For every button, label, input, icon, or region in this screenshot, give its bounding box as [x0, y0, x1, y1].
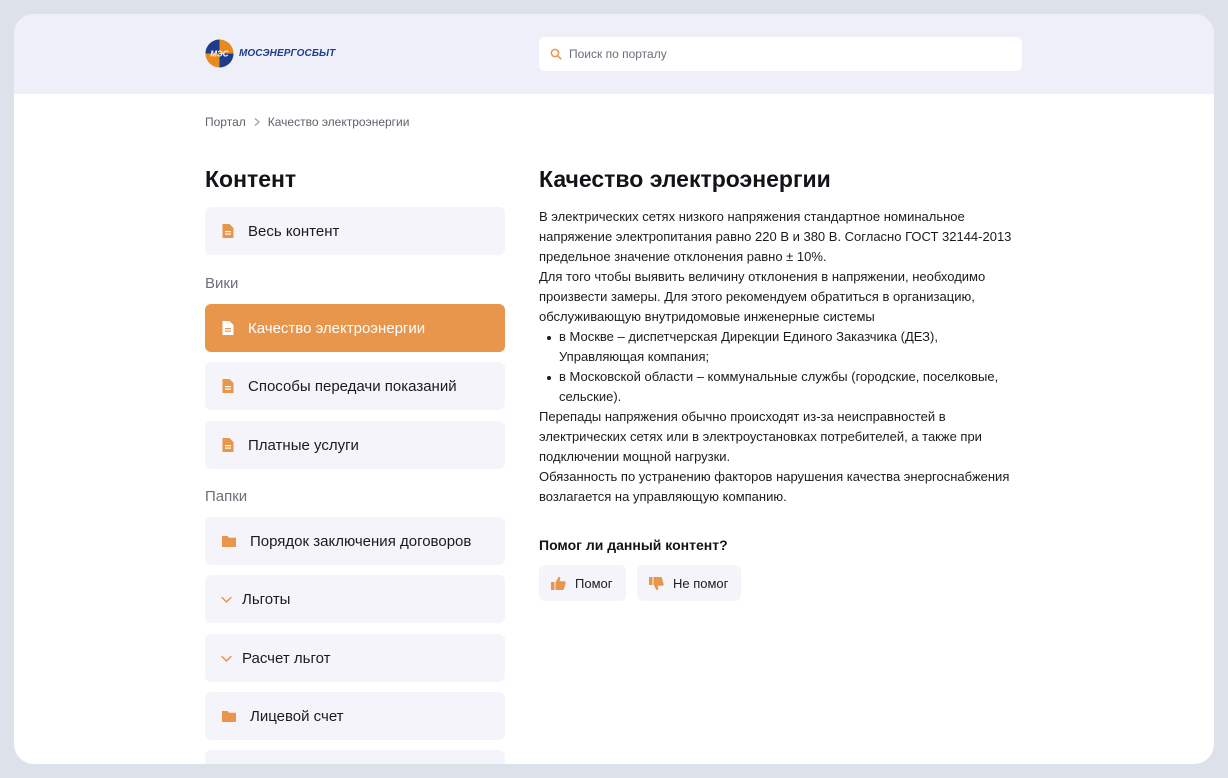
search-input[interactable] [569, 47, 1009, 61]
sidebar-folder-benefit-calc[interactable]: Расчет льгот [205, 634, 505, 682]
helpful-label: Помог [575, 575, 613, 591]
wiki-section-label: Вики [205, 275, 239, 292]
breadcrumb: Портал Качество электроэнергии [205, 115, 409, 129]
helpful-button[interactable]: Помог [539, 565, 626, 601]
sidebar-item-label: Лицевой счет [250, 707, 344, 725]
site-header: МЭС МОСЭНЕРГОСБЫТ [14, 14, 1214, 94]
logo-mark-icon: МЭС [205, 39, 234, 68]
article-paragraph: Для того чтобы выявить величину отклонен… [539, 269, 986, 324]
sidebar-item-quality[interactable]: Качество электроэнергии [205, 304, 505, 352]
breadcrumb-root[interactable]: Портал [205, 115, 246, 129]
list-item: в Москве – диспетчерская Дирекции Единог… [539, 327, 1019, 367]
logo-text: МОСЭНЕРГОСБЫТ [239, 48, 336, 59]
sidebar-item-label: Платные услуги [248, 436, 359, 454]
search-icon [550, 48, 562, 60]
folder-icon [222, 536, 236, 547]
sidebar-title: Контент [205, 166, 297, 192]
article-list: в Москве – диспетчерская Дирекции Единог… [539, 327, 1019, 407]
sidebar-item-label: Порядок заключения договоров [250, 532, 472, 550]
sidebar-item-label: Расчет льгот [242, 649, 331, 667]
sidebar-folder-personal-account[interactable]: Лицевой счет [205, 692, 505, 740]
app-frame: МЭС МОСЭНЕРГОСБЫТ Портал Качество электр… [14, 14, 1214, 764]
document-icon [222, 224, 234, 238]
sidebar-folder-benefits[interactable]: Льготы [205, 575, 505, 623]
breadcrumb-current: Качество электроэнергии [267, 115, 410, 129]
chevron-down-icon[interactable] [220, 593, 233, 606]
sidebar-item-all-content[interactable]: Весь контент [205, 207, 505, 255]
sidebar-item-label: Весь контент [248, 222, 340, 240]
sidebar-item-label: Способы передачи показаний [248, 377, 457, 395]
svg-text:МЭС: МЭС [210, 50, 228, 59]
article-title: Качество электроэнергии [539, 166, 831, 192]
article-paragraph: В электрических сетях низкого напряжения… [539, 209, 1012, 264]
sidebar-item-paid-services[interactable]: Платные услуги [205, 421, 505, 469]
article-paragraph: Обязанность по устранению факторов наруш… [539, 469, 1010, 504]
not-helpful-label: Не помог [673, 575, 729, 591]
sidebar-item-partial[interactable] [205, 750, 505, 764]
sidebar-folder-contracts[interactable]: Порядок заключения договоров [205, 517, 505, 565]
logo[interactable]: МЭС МОСЭНЕРГОСБЫТ [205, 39, 335, 68]
chevron-right-icon [254, 118, 260, 126]
folders-section-label: Папки [205, 488, 248, 505]
article-paragraph: Перепады напряжения обычно происходят из… [539, 409, 982, 464]
thumbs-down-icon [649, 576, 664, 590]
sidebar-item-label: Льготы [242, 590, 291, 608]
sidebar-item-label: Качество электроэнергии [248, 319, 426, 337]
document-icon [222, 321, 234, 335]
thumbs-up-icon [551, 576, 566, 590]
document-icon [222, 438, 234, 452]
list-item: в Московской области – коммунальные служ… [539, 367, 1019, 407]
document-icon [222, 379, 234, 393]
chevron-down-icon[interactable] [220, 652, 233, 665]
sidebar-item-readings[interactable]: Способы передачи показаний [205, 362, 505, 410]
search-bar[interactable] [539, 37, 1022, 71]
folder-icon [222, 711, 236, 722]
not-helpful-button[interactable]: Не помог [637, 565, 741, 601]
feedback-question: Помог ли данный контент? [539, 537, 728, 553]
article-body: В электрических сетях низкого напряжения… [539, 207, 1019, 507]
